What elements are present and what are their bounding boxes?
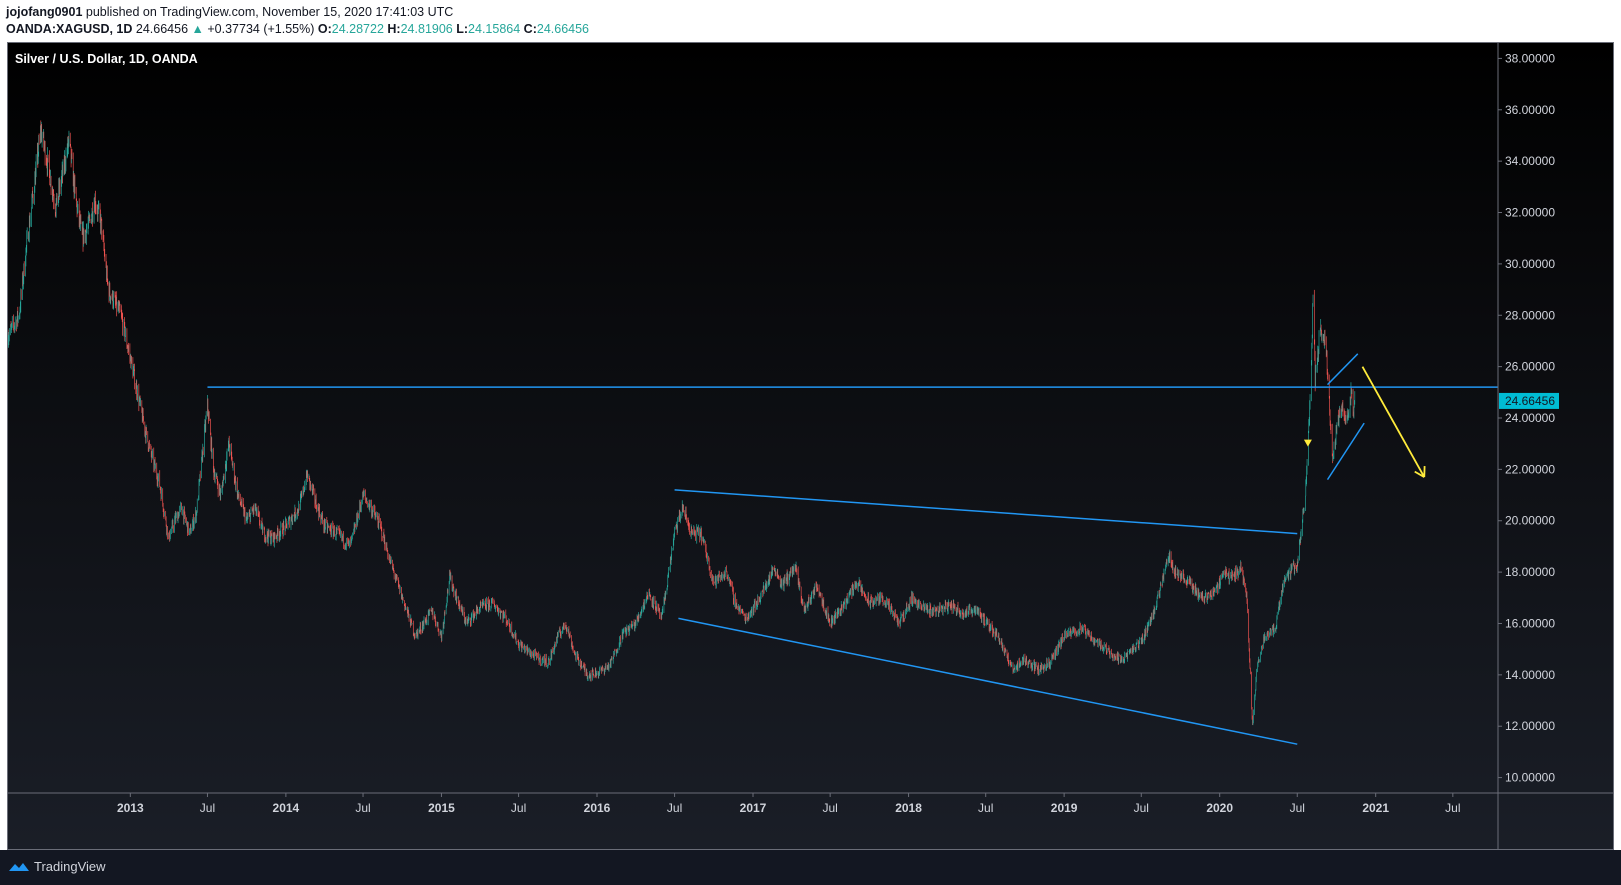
price-tick-label: 22.00000 xyxy=(1505,462,1555,476)
footer-bar: TradingView xyxy=(0,850,1621,885)
trend-line[interactable] xyxy=(678,617,1298,745)
time-tick-label: Jul xyxy=(978,801,993,815)
price-tick-label: 16.00000 xyxy=(1505,616,1555,630)
symbol-name: OANDA:XAGUSD, 1D xyxy=(6,22,133,36)
chart-frame[interactable]: 38.00000 36.00000 34.00000 32.00000 30.00000… xyxy=(7,42,1614,850)
price-tick-label: 12.00000 xyxy=(1505,719,1555,733)
price-tick-label: 34.00000 xyxy=(1505,154,1555,168)
time-tick-label: 2021 xyxy=(1362,801,1389,815)
footer-brand[interactable]: TradingView xyxy=(34,859,106,874)
low-value: 24.15864 xyxy=(468,22,521,36)
price-tick-label: 10.00000 xyxy=(1505,771,1555,785)
price-change: +0.37734 (+1.55%) xyxy=(207,22,315,36)
tradingview-logo-icon[interactable] xyxy=(8,860,30,874)
chart-title: Silver / U.S. Dollar, 1D, OANDA xyxy=(15,52,198,66)
projection-arrow[interactable] xyxy=(1361,366,1426,478)
time-tick-label: 2019 xyxy=(1051,801,1078,815)
time-tick-label: Jul xyxy=(511,801,526,815)
price-tick-label: 26.00000 xyxy=(1505,360,1555,374)
price-tick-label: 38.00000 xyxy=(1505,51,1555,65)
close-value: 24.66456 xyxy=(536,22,590,36)
time-tick-label: Jul xyxy=(200,801,215,815)
candles-group xyxy=(8,120,1356,726)
time-tick-label: 2014 xyxy=(273,801,300,815)
time-tick-label: 2015 xyxy=(428,801,455,815)
price-tick-label: 28.00000 xyxy=(1505,308,1555,322)
drawings-group xyxy=(207,353,1498,745)
price-tick-label: 32.00000 xyxy=(1505,206,1555,220)
price-tick-label: 20.00000 xyxy=(1505,514,1555,528)
author-name[interactable]: jojofang0901 xyxy=(6,5,82,19)
time-tick-label: Jul xyxy=(667,801,682,815)
time-tick-label: Jul xyxy=(355,801,370,815)
signal-marker-icon xyxy=(1303,439,1312,447)
time-tick-label: 2018 xyxy=(895,801,922,815)
time-tick-label: Jul xyxy=(1290,801,1305,815)
close-label: C: xyxy=(523,22,537,36)
time-tick-label: 2016 xyxy=(584,801,611,815)
time-tick-label: Jul xyxy=(822,801,837,815)
price-axis: 38.00000 36.00000 34.00000 32.00000 30.00000… xyxy=(1498,51,1559,785)
open-value: 24.28722 xyxy=(331,22,384,36)
time-tick-label: 2020 xyxy=(1206,801,1233,815)
publish-header: jojofang0901 published on TradingView.co… xyxy=(0,0,1621,42)
publish-info: jojofang0901 published on TradingView.co… xyxy=(6,5,453,19)
trend-line[interactable] xyxy=(1326,422,1365,481)
price-chart[interactable]: 38.00000 36.00000 34.00000 32.00000 30.00000… xyxy=(8,43,1613,849)
price-tick-label: 30.00000 xyxy=(1505,257,1555,271)
time-tick-label: 2017 xyxy=(740,801,767,815)
trend-line[interactable] xyxy=(674,489,1298,535)
price-tick-label: 36.00000 xyxy=(1505,103,1555,117)
high-label: H: xyxy=(387,22,401,36)
change-arrow-icon: ▲ xyxy=(191,22,204,36)
price-tick-label: 18.00000 xyxy=(1505,565,1555,579)
time-tick-label: Jul xyxy=(1134,801,1149,815)
published-text: published on TradingView.com, November 1… xyxy=(85,5,454,19)
time-tick-label: 2013 xyxy=(117,801,144,815)
last-price: 24.66456 xyxy=(135,22,189,36)
price-tick-label: 24.00000 xyxy=(1505,411,1555,425)
high-value: 24.81906 xyxy=(400,22,453,36)
open-label: O: xyxy=(317,22,332,36)
last-price-label: 24.66456 xyxy=(1505,394,1555,408)
low-label: L: xyxy=(456,22,469,36)
price-tick-label: 14.00000 xyxy=(1505,668,1555,682)
symbol-info: OANDA:XAGUSD, 1D 24.66456 ▲ +0.37734 (+1… xyxy=(6,22,589,36)
time-axis: 2013 Jul 2014 Jul 2015 Jul 2016 Jul 2017 Jul 2018 J… xyxy=(117,793,1460,815)
time-tick-label: Jul xyxy=(1445,801,1460,815)
trend-line[interactable] xyxy=(1326,353,1359,386)
